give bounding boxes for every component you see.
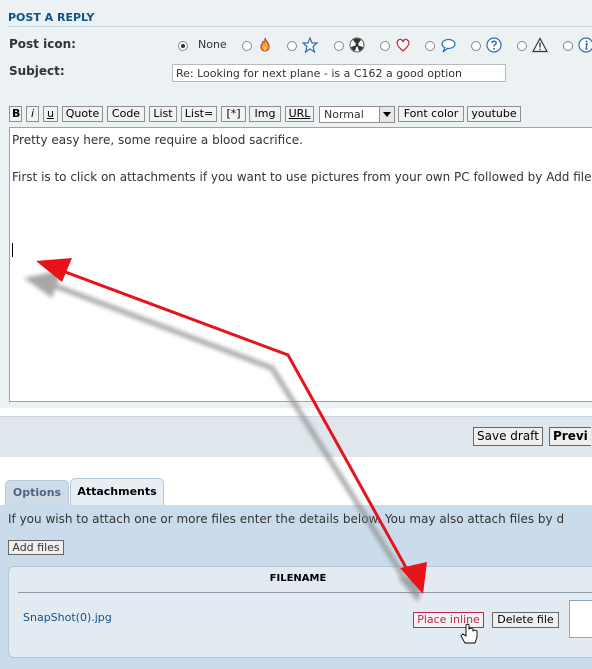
red-arrow	[36, 258, 427, 594]
hand-cursor-icon	[460, 623, 478, 644]
gray-shadow-arrow	[24, 270, 424, 602]
annotation-arrows	[24, 258, 478, 644]
